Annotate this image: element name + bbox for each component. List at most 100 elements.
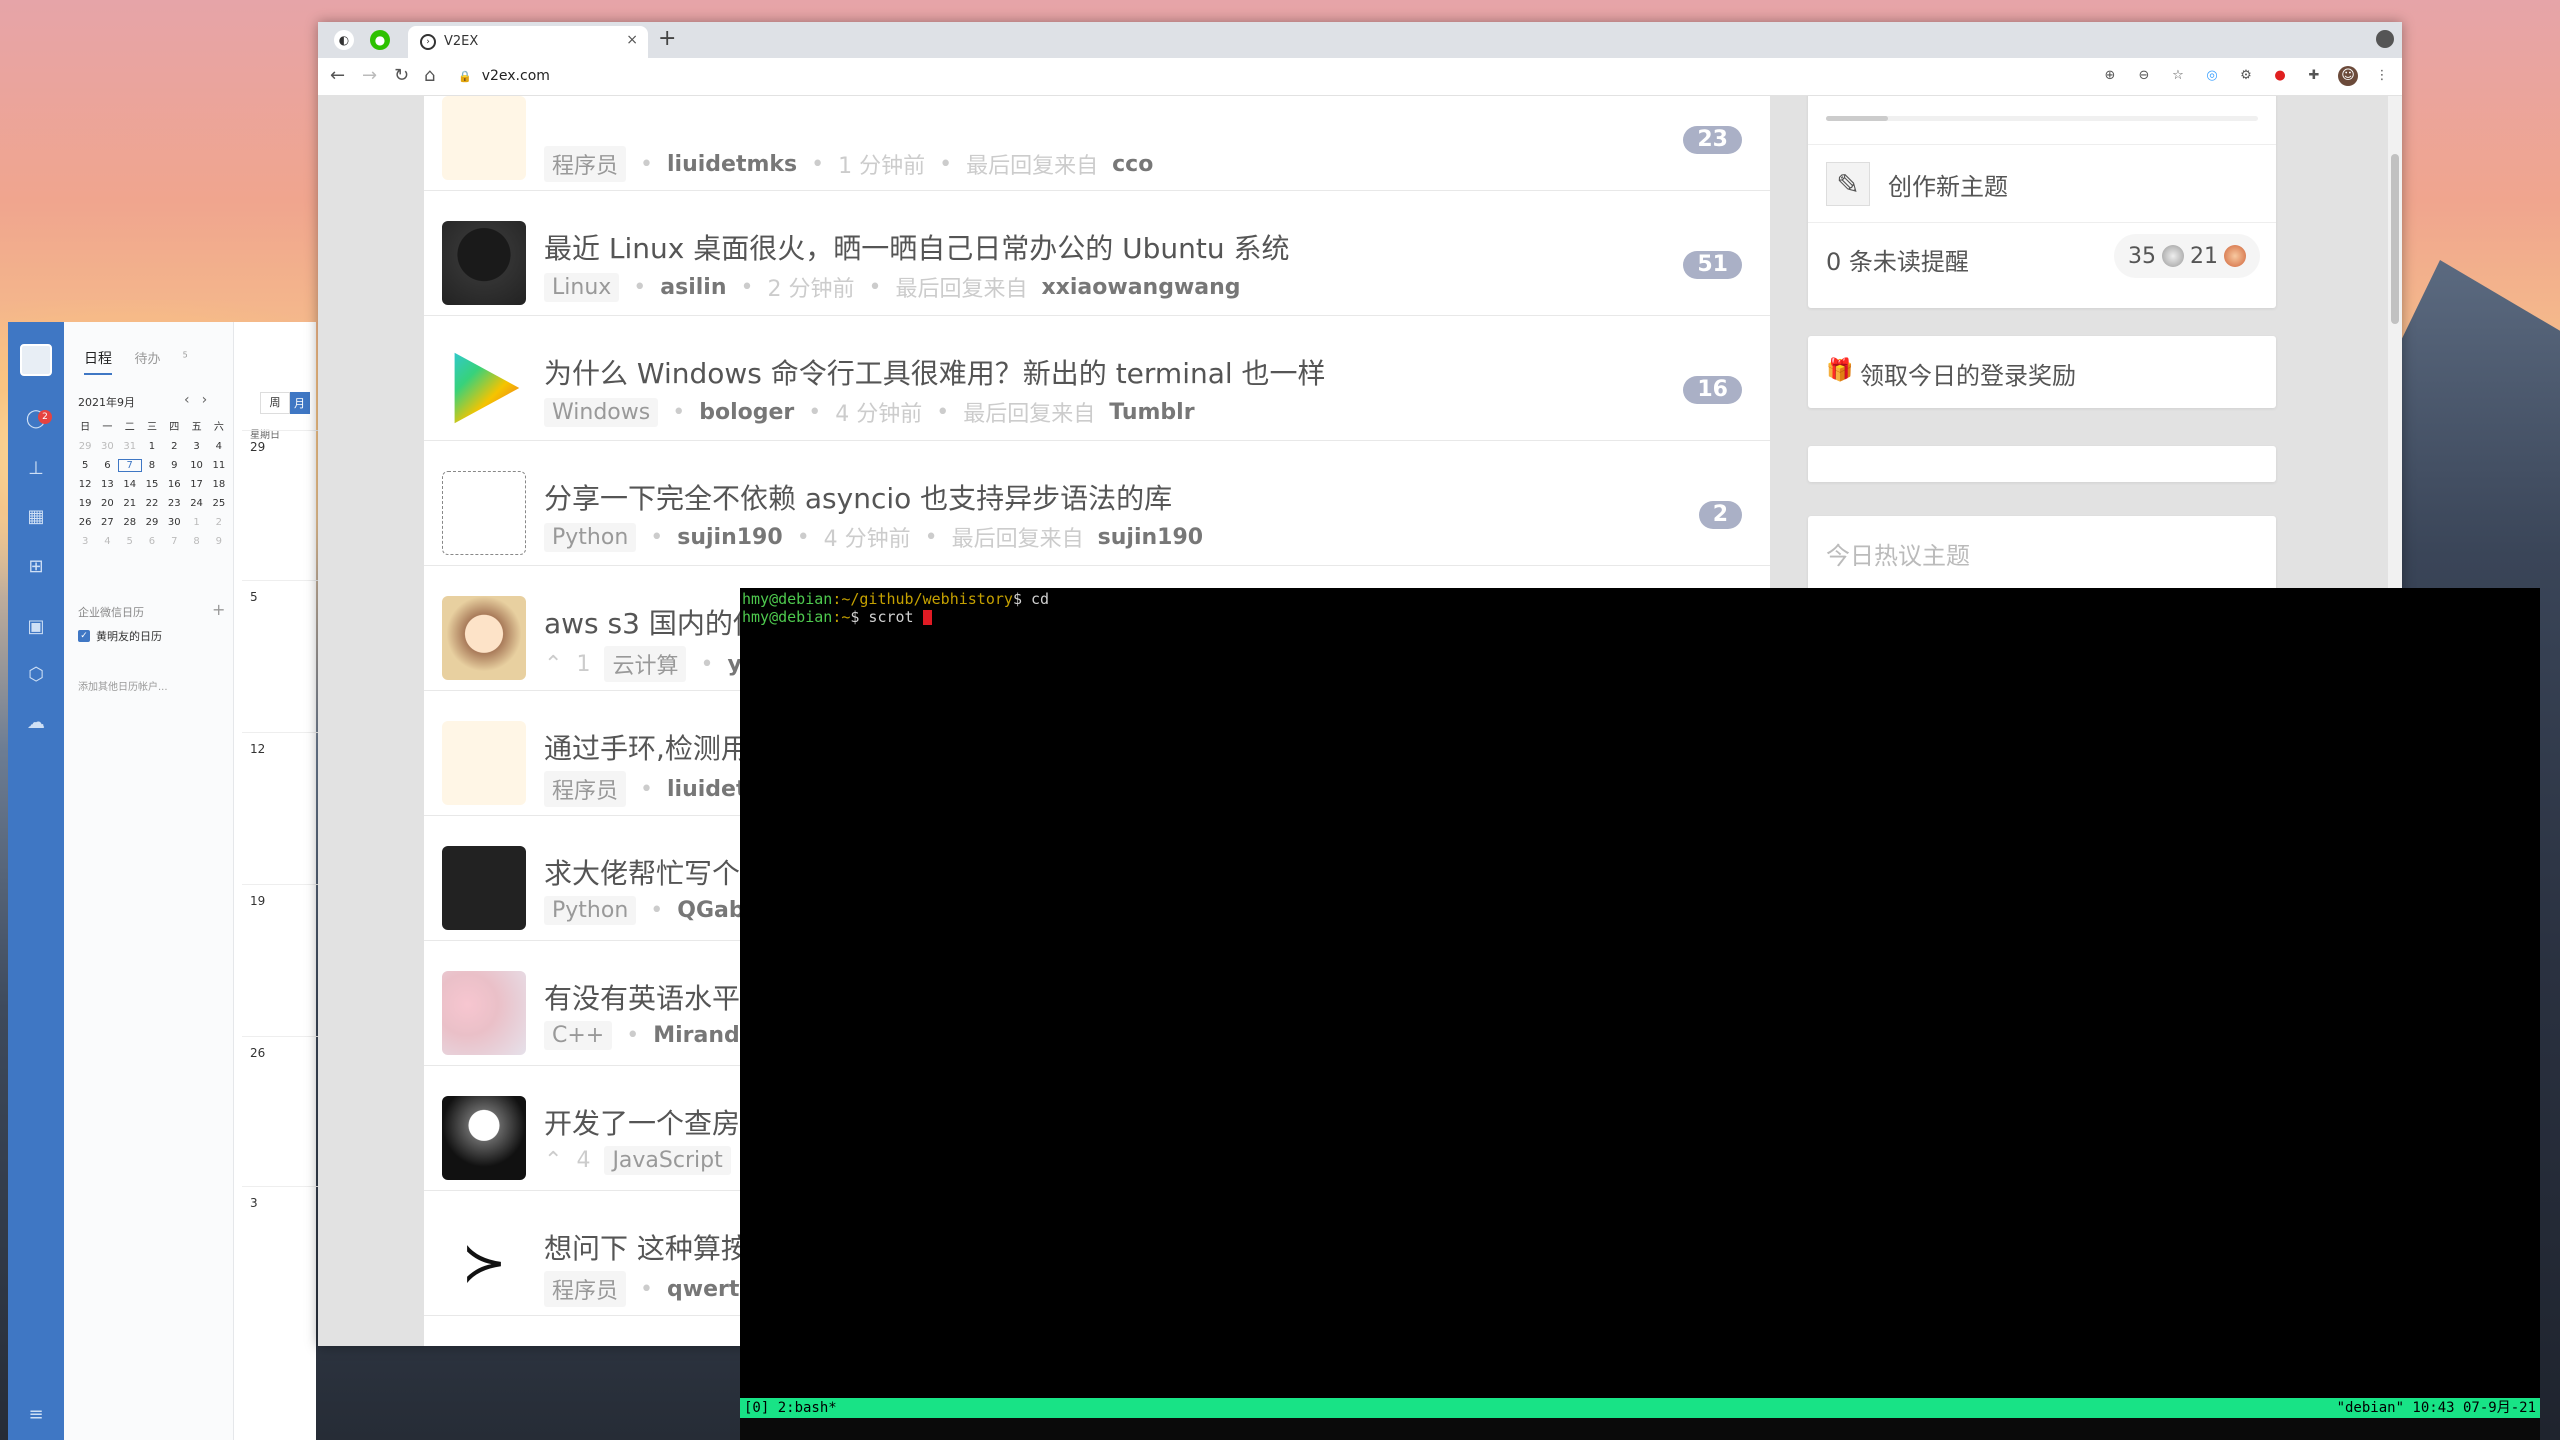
node-tag[interactable]: Python	[544, 896, 637, 925]
calendar-day[interactable]: 10	[185, 460, 207, 471]
view-week-button[interactable]: 周	[260, 392, 290, 414]
author-link[interactable]: liuidetmks	[667, 152, 797, 177]
address-bar[interactable]: 🔒 v2ex.com	[458, 62, 2298, 90]
back-icon[interactable]: ←	[330, 66, 345, 86]
topic-title[interactable]: 有没有英语水平	[544, 977, 740, 1017]
balance-badge[interactable]: 35 21	[2114, 234, 2260, 278]
calendar-checkbox[interactable]: ✓ 黄明友的日历	[78, 628, 162, 644]
calendar-day[interactable]: 25	[208, 498, 230, 509]
home-icon[interactable]: ⌂	[424, 66, 435, 86]
calendar-day[interactable]: 17	[185, 479, 207, 490]
extension-gear-icon[interactable]: ⚙	[2236, 66, 2256, 86]
calendar-day[interactable]: 1	[185, 517, 207, 528]
member-avatar[interactable]	[442, 221, 526, 305]
calendar-day[interactable]: 7	[117, 459, 142, 472]
calendar-day[interactable]: 12	[74, 479, 96, 490]
cloud-icon[interactable]: ☁	[24, 712, 48, 734]
calendar-day[interactable]: 16	[163, 479, 185, 490]
calendar-day[interactable]: 2	[163, 441, 185, 452]
member-avatar[interactable]	[442, 846, 526, 930]
topic-title[interactable]: 想问下 这种算按	[544, 1227, 749, 1267]
calendar-day[interactable]: 20	[96, 498, 118, 509]
calendar-day[interactable]: 2	[208, 517, 230, 528]
member-avatar[interactable]	[442, 596, 526, 680]
add-calendar-icon[interactable]: +	[212, 600, 225, 619]
workbench-icon[interactable]: ⬡	[24, 664, 48, 686]
calendar-day[interactable]: 13	[96, 479, 118, 490]
upvote-icon[interactable]: ⌃	[544, 1148, 562, 1173]
topic-title[interactable]: 最近 Linux 桌面很火，晒一晒自己日常办公的 Ubuntu 系统	[544, 227, 1290, 267]
calendar-day[interactable]: 21	[119, 498, 141, 509]
reply-count[interactable]: 51	[1683, 251, 1742, 279]
org-chart-icon[interactable]: ⊥	[24, 458, 48, 480]
topic-title[interactable]: 求大佬帮忙写个	[544, 852, 740, 892]
forward-icon[interactable]: →	[362, 66, 377, 86]
member-avatar[interactable]	[442, 96, 526, 180]
node-tag[interactable]: Windows	[544, 397, 659, 427]
profile-avatar-icon[interactable]: ☺	[2338, 66, 2358, 86]
calendar-day[interactable]: 4	[96, 536, 118, 547]
node-tag[interactable]: Python	[544, 522, 637, 552]
reply-count[interactable]: 2	[1698, 501, 1742, 529]
calendar-day[interactable]: 26	[74, 517, 96, 528]
create-topic-link[interactable]: ✎ 创作新主题	[1826, 162, 2008, 206]
reply-count[interactable]: 16	[1683, 376, 1742, 404]
doc-icon[interactable]: ▣	[24, 616, 48, 638]
topic-row[interactable]: 为什么 Windows 命令行工具很难用？新出的 terminal 也一样 Win…	[424, 316, 1770, 441]
member-avatar[interactable]	[442, 1096, 526, 1180]
topic-row[interactable]: 最近 Linux 桌面很火，晒一晒自己日常办公的 Ubuntu 系统 Linux •…	[424, 191, 1770, 316]
topic-title[interactable]: 开发了一个查房	[544, 1102, 740, 1142]
topic-row[interactable]: 程序员 • liuidetmks • 1 分钟前 • 最后回复来自 cco 23	[424, 96, 1770, 191]
extension-red-icon[interactable]: ●	[2270, 66, 2290, 86]
apps-icon[interactable]: ⊞	[24, 556, 48, 578]
browser-menu-icon[interactable]	[2376, 30, 2394, 48]
topic-title[interactable]: 分享一下完全不依赖 asyncio 也支持异步语法的库	[544, 477, 1172, 517]
calendar-day[interactable]: 30	[96, 441, 118, 452]
calendar-day[interactable]: 6	[96, 460, 118, 471]
calendar-day[interactable]: 9	[208, 536, 230, 547]
calendar-icon[interactable]: ▦	[24, 506, 48, 528]
extensions-puzzle-icon[interactable]: ✚	[2304, 66, 2324, 86]
calendar-day[interactable]: 5	[119, 536, 141, 547]
prev-month-icon[interactable]: ‹	[184, 392, 202, 408]
node-tag[interactable]: 程序员	[544, 146, 627, 182]
author-link[interactable]: asilin	[660, 275, 726, 300]
node-tag[interactable]: Linux	[544, 272, 620, 302]
node-tag[interactable]: C++	[544, 1021, 613, 1050]
terminal-window[interactable]: hmy@debian:~/github/webhistory$ cd hmy@d…	[740, 588, 2540, 1440]
calendar-day[interactable]: 29	[74, 441, 96, 452]
calendar-day[interactable]: 15	[141, 479, 163, 490]
member-avatar[interactable]	[442, 971, 526, 1055]
calendar-day[interactable]: 23	[163, 498, 185, 509]
last-reply-user[interactable]: Tumblr	[1109, 400, 1194, 425]
node-tag[interactable]: 云计算	[604, 646, 687, 682]
extension-blue-icon[interactable]: ◎	[2202, 66, 2222, 86]
calendar-day[interactable]: 18	[208, 479, 230, 490]
next-month-icon[interactable]: ›	[202, 392, 220, 408]
zoom-icon[interactable]: ⊖	[2134, 66, 2154, 86]
calendar-day[interactable]: 14	[119, 479, 141, 490]
member-avatar[interactable]: ≻	[442, 1221, 526, 1305]
calendar-day[interactable]: 1	[141, 441, 163, 452]
menu-icon[interactable]: ≡	[24, 1404, 48, 1426]
kebab-menu-icon[interactable]: ⋮	[2372, 66, 2392, 86]
calendar-day[interactable]: 3	[185, 441, 207, 452]
calendar-day[interactable]: 24	[185, 498, 207, 509]
member-avatar[interactable]	[442, 721, 526, 805]
add-other-account-link[interactable]: 添加其他日历帐户...	[78, 678, 168, 693]
node-tag[interactable]: JavaScript	[604, 1146, 731, 1175]
calendar-day[interactable]: 29	[141, 517, 163, 528]
calendar-day[interactable]: 8	[185, 536, 207, 547]
calendar-day[interactable]: 4	[208, 441, 230, 452]
tab-todo[interactable]: 待办 5	[134, 351, 187, 367]
topic-row[interactable]: 分享一下完全不依赖 asyncio 也支持异步语法的库 Python • sujin1…	[424, 441, 1770, 566]
calendar-day[interactable]: 27	[96, 517, 118, 528]
node-tag[interactable]: 程序员	[544, 771, 627, 807]
new-tab-icon[interactable]: +	[658, 26, 676, 51]
calendar-day[interactable]: 9	[163, 460, 185, 471]
calendar-day[interactable]: 19	[74, 498, 96, 509]
close-tab-icon[interactable]: ×	[626, 32, 638, 48]
topic-title[interactable]: 通过手环,检测用	[544, 727, 749, 767]
reply-count[interactable]: 23	[1683, 126, 1742, 154]
calendar-day[interactable]: 7	[163, 536, 185, 547]
